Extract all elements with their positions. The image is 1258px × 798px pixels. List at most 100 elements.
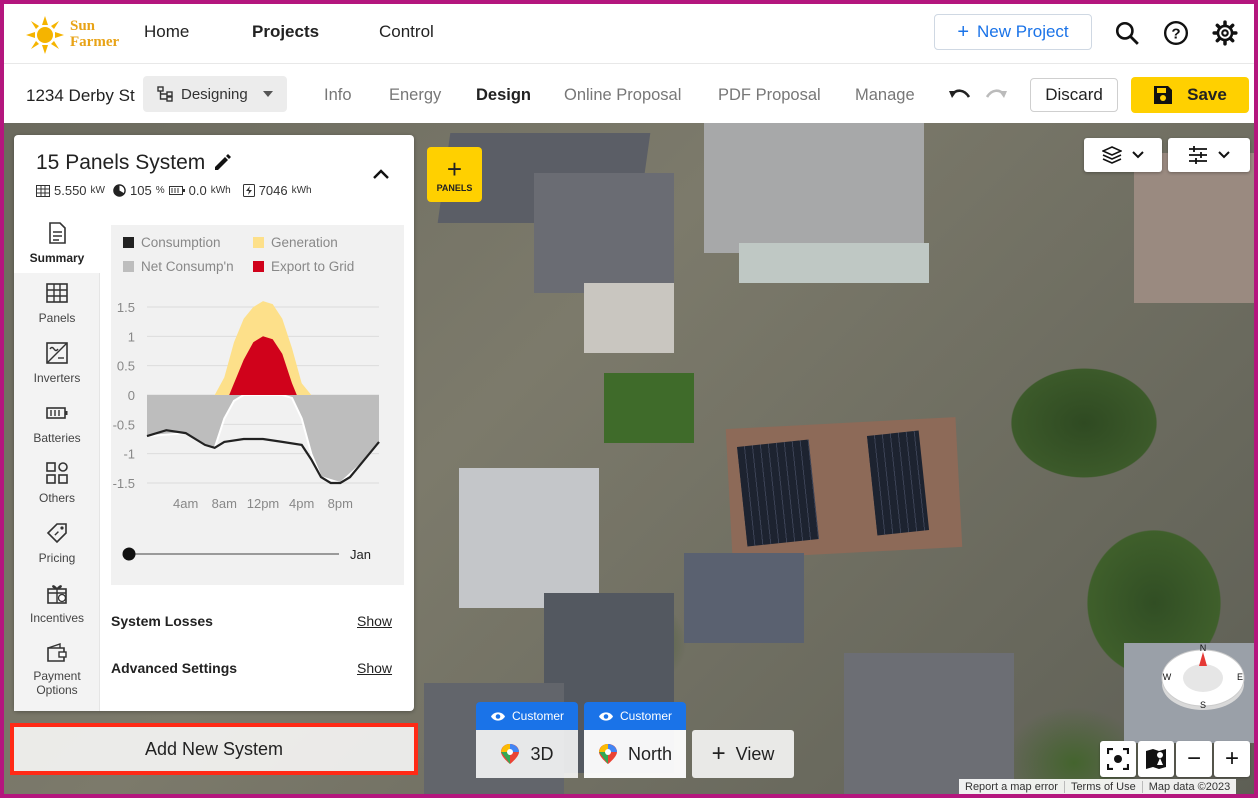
- advanced-settings-show-link[interactable]: Show: [357, 660, 392, 676]
- panel-grid-icon: [36, 184, 50, 197]
- sidetab-pricing[interactable]: Pricing: [14, 513, 100, 573]
- tab-design[interactable]: Design: [476, 86, 531, 105]
- redo-icon[interactable]: [984, 85, 1008, 105]
- layers-dropdown[interactable]: [1084, 138, 1162, 172]
- others-grid-icon: [46, 462, 68, 484]
- status-dropdown[interactable]: Designing: [143, 76, 287, 112]
- chevron-down-icon: [1218, 151, 1230, 159]
- save-button[interactable]: Save: [1131, 77, 1249, 113]
- customer-visible-tag[interactable]: Customer: [476, 702, 578, 730]
- view-3d-label: 3D: [530, 743, 554, 764]
- sidetab-label: Payment Options: [33, 669, 80, 697]
- solar-panel-array[interactable]: [736, 439, 820, 547]
- month-slider-thumb: [122, 547, 136, 561]
- solar-panel-array[interactable]: [866, 430, 930, 536]
- zoom-in-button[interactable]: +: [1214, 741, 1250, 777]
- tab-manage[interactable]: Manage: [855, 86, 915, 105]
- settings-sliders-dropdown[interactable]: [1168, 138, 1250, 172]
- system-title[interactable]: 15 Panels System: [36, 151, 232, 175]
- compass-control[interactable]: N E S W: [1160, 640, 1246, 712]
- undo-icon[interactable]: [948, 85, 972, 105]
- search-icon[interactable]: [1114, 20, 1140, 46]
- tab-pdf-proposal[interactable]: PDF Proposal: [718, 86, 821, 105]
- panels-label: PANELS: [436, 182, 473, 193]
- app-frame: Sun Farmer Home Projects Control + New P…: [0, 0, 1258, 798]
- wallet-icon: [47, 643, 67, 662]
- panel-grid-icon: [46, 283, 68, 303]
- x-tick-label: 8pm: [328, 496, 353, 511]
- system-losses-label: System Losses: [111, 613, 213, 629]
- sidetab-summary[interactable]: Summary: [14, 213, 100, 273]
- y-tick-label: 0.5: [117, 359, 135, 374]
- google-maps-pin-icon: [501, 744, 520, 764]
- sidetab-label: Incentives: [29, 611, 85, 625]
- add-new-system-button[interactable]: Add New System: [10, 723, 418, 775]
- legend-swatch: [253, 237, 264, 248]
- legend-label: Generation: [271, 235, 338, 250]
- system-annual-unit: kWh: [291, 185, 312, 196]
- x-tick-label: 8am: [212, 496, 237, 511]
- sidetab-others[interactable]: Others: [14, 453, 100, 513]
- sidetab-batteries[interactable]: Batteries: [14, 393, 100, 453]
- sidetab-label-line1: Payment: [33, 669, 81, 683]
- gear-icon[interactable]: [1212, 20, 1238, 46]
- add-view-button[interactable]: + View: [692, 730, 794, 778]
- roof: [844, 653, 1014, 794]
- system-power-unit: kW: [90, 185, 105, 196]
- tab-energy[interactable]: Energy: [389, 86, 441, 105]
- sidetab-inverters[interactable]: Inverters: [14, 333, 100, 393]
- sidetab-panels[interactable]: Panels: [14, 273, 100, 333]
- view-3d-group: Customer 3D: [476, 702, 578, 780]
- help-icon[interactable]: ?: [1163, 20, 1189, 46]
- compass-n: N: [1200, 643, 1207, 653]
- advanced-settings-label: Advanced Settings: [111, 660, 238, 676]
- brand-logo[interactable]: Sun Farmer: [26, 14, 126, 56]
- system-stats: 5.550 kW 105 % 0.0 kWh 7046 kWh: [36, 183, 312, 198]
- caret-down-icon: [262, 91, 273, 97]
- sidetab-incentives[interactable]: Incentives: [14, 573, 100, 633]
- view-north-label: North: [627, 743, 672, 764]
- street-view-button[interactable]: [1138, 741, 1174, 777]
- gift-icon: [47, 585, 67, 604]
- sidetab-payment-options[interactable]: Payment Options: [14, 633, 100, 711]
- legend-label: Consumption: [141, 235, 221, 250]
- report-map-error-link[interactable]: Report a map error: [959, 781, 1065, 793]
- tab-info[interactable]: Info: [324, 86, 352, 105]
- system-offset-unit: %: [155, 185, 165, 196]
- system-battery: 0.0: [188, 183, 207, 198]
- terms-of-use-link[interactable]: Terms of Use: [1065, 781, 1143, 793]
- inverter-icon: [46, 342, 68, 364]
- eye-icon: [490, 711, 505, 721]
- roof: [584, 283, 674, 353]
- customer-tag-label: Customer: [511, 709, 564, 723]
- legend-swatch: [123, 237, 134, 248]
- roof: [1134, 153, 1254, 303]
- sidetab-label: Summary: [29, 251, 85, 265]
- view-north-button[interactable]: North: [584, 730, 686, 778]
- nav-control[interactable]: Control: [379, 22, 434, 42]
- customer-visible-tag[interactable]: Customer: [584, 702, 686, 730]
- layers-icon: [1102, 146, 1122, 164]
- system-losses-show-link[interactable]: Show: [357, 613, 392, 629]
- edit-pencil-icon[interactable]: [213, 154, 232, 172]
- compass-e: E: [1237, 672, 1243, 682]
- new-project-label: New Project: [977, 22, 1069, 41]
- nav-projects[interactable]: Projects: [252, 22, 319, 42]
- battery-icon: [46, 407, 68, 419]
- legend-label: Net Consump'n: [141, 259, 234, 274]
- recenter-button[interactable]: [1100, 741, 1136, 777]
- map-data-credit: Map data ©2023: [1148, 781, 1231, 793]
- legend-label: Export to Grid: [271, 259, 354, 274]
- view-3d-button[interactable]: 3D: [476, 730, 578, 778]
- discard-button[interactable]: Discard: [1030, 78, 1118, 112]
- zoom-out-button[interactable]: −: [1176, 741, 1212, 777]
- new-project-button[interactable]: + New Project: [934, 14, 1092, 50]
- y-tick-label: 1.5: [117, 300, 135, 315]
- tab-online-proposal[interactable]: Online Proposal: [564, 86, 681, 105]
- nav-home[interactable]: Home: [144, 22, 189, 42]
- system-panel: 15 Panels System 5.550 kW 105 % 0.0 kWh …: [14, 135, 414, 711]
- add-panels-button[interactable]: + PANELS: [427, 147, 482, 202]
- chevron-up-icon[interactable]: [372, 167, 390, 181]
- focus-target-icon: [1107, 748, 1129, 770]
- system-battery-unit: kWh: [210, 185, 231, 196]
